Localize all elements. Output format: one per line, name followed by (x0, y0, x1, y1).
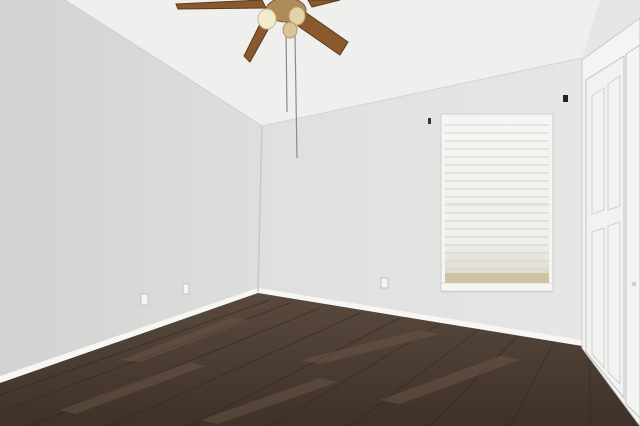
window-with-blinds (440, 113, 554, 293)
wall-hook-2 (563, 95, 568, 102)
outlet-left-1 (140, 293, 149, 306)
room-photo (0, 0, 640, 426)
outlet-back (380, 277, 389, 289)
outlet-left-2 (182, 283, 190, 295)
wall-hook-1 (428, 118, 431, 124)
